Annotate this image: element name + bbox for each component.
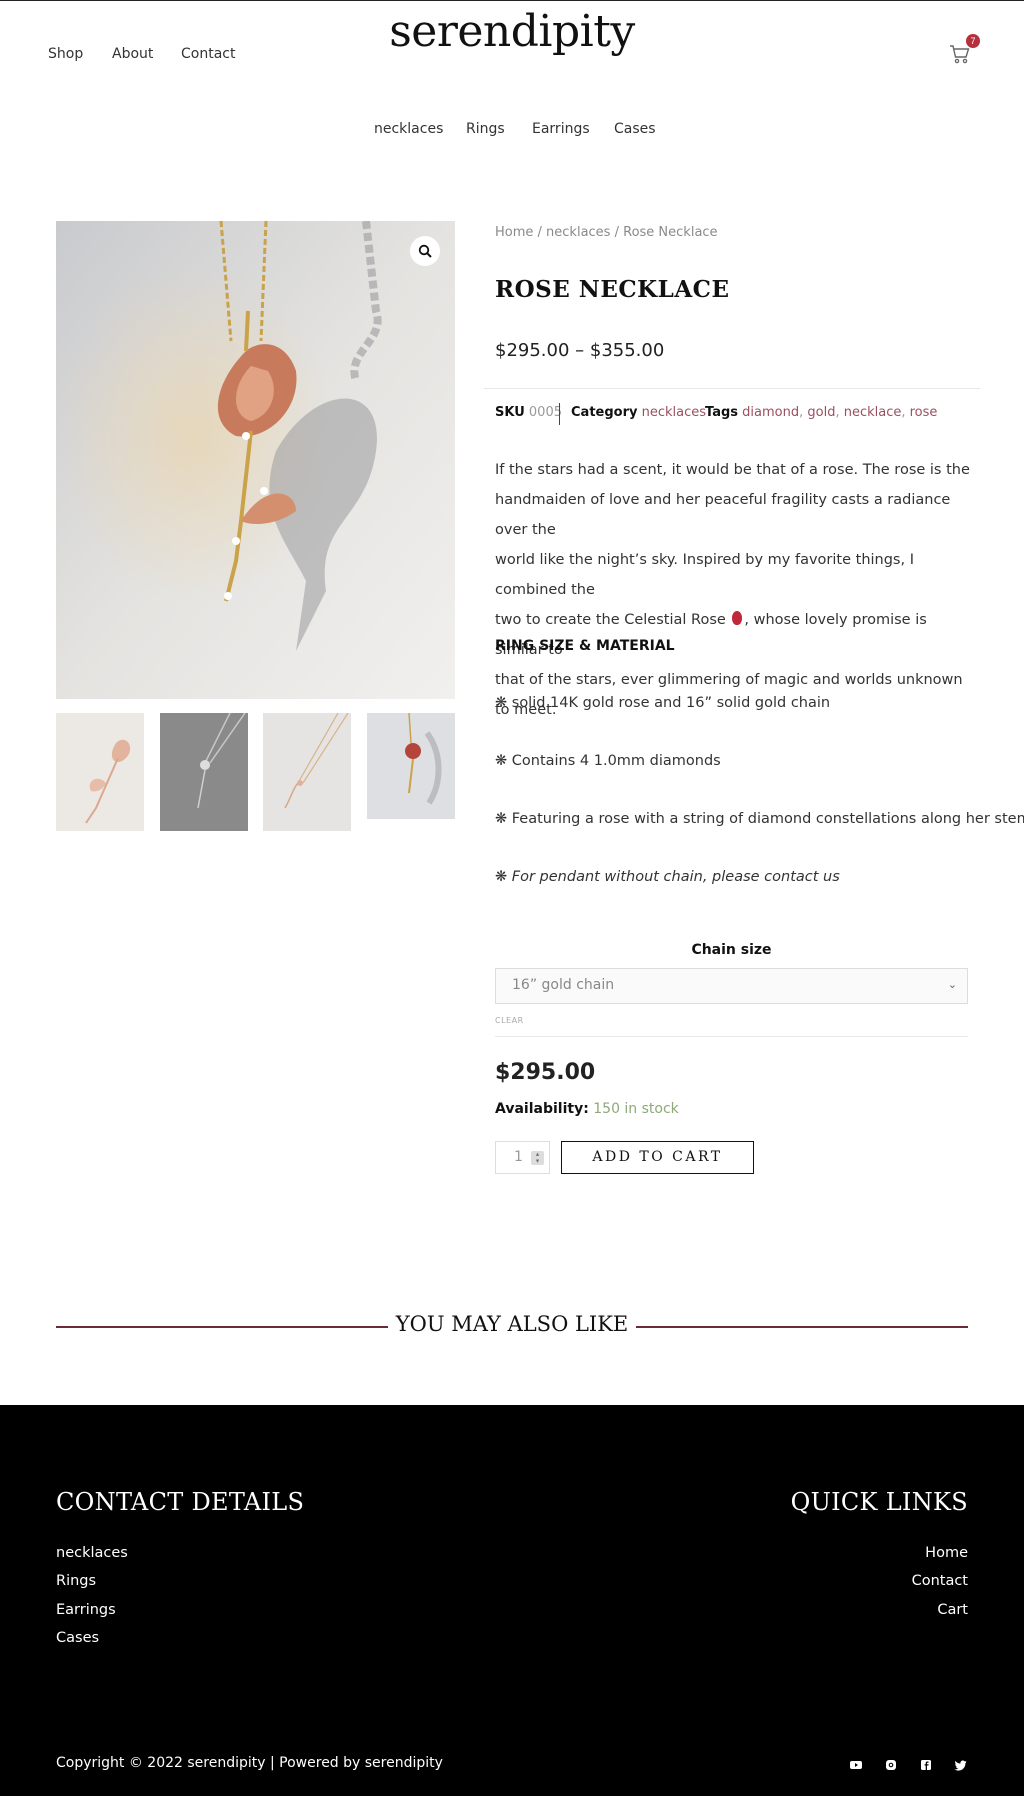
product-thumbnail-1[interactable] — [56, 713, 144, 831]
tag-link[interactable]: diamond — [742, 405, 799, 420]
breadcrumb-home[interactable]: Home — [495, 225, 533, 240]
chevron-down-icon: ⌄ — [947, 978, 957, 991]
breadcrumb-category[interactable]: necklaces — [546, 225, 610, 240]
divider — [495, 1036, 968, 1037]
site-footer — [0, 1405, 1024, 1796]
rose-emoji-icon — [732, 611, 743, 625]
spec-item: ❋ Featuring a rose with a string of diam… — [495, 811, 1024, 827]
footer-link-rings[interactable]: Rings — [56, 1573, 96, 1589]
footer-link-earrings[interactable]: Earrings — [56, 1602, 116, 1618]
top-border — [0, 0, 1024, 1]
availability-label: Availability: — [495, 1101, 589, 1117]
spec-heading: RING SIZE & MATERIAL — [495, 638, 675, 654]
footer-link-home[interactable]: Home — [925, 1545, 968, 1561]
divider — [484, 388, 980, 389]
availability: Availability: 150 in stock — [495, 1101, 679, 1117]
product-title: ROSE NECKLACE — [495, 276, 730, 303]
contact-heading: CONTACT DETAILS — [56, 1488, 305, 1516]
stepper-arrows-icon[interactable]: ▴ ▾ — [531, 1151, 544, 1165]
price-range: $295.00 – $355.00 — [495, 340, 665, 361]
stock-status: 150 in stock — [593, 1101, 679, 1117]
quick-links-heading: QUICK LINKS — [790, 1488, 968, 1516]
instagram-icon[interactable] — [884, 1758, 898, 1772]
meta-divider — [559, 403, 560, 425]
tags-label: Tags — [705, 405, 739, 420]
tag-link[interactable]: gold — [807, 405, 835, 420]
add-to-cart-button[interactable]: ADD TO CART — [561, 1141, 754, 1174]
cart-count-badge: 7 — [966, 34, 980, 48]
category-rings[interactable]: Rings — [466, 121, 505, 137]
breadcrumb-current: Rose Necklace — [623, 225, 718, 240]
chain-size-value: 16” gold chain — [512, 977, 615, 993]
spec-item: ❋ For pendant without chain, please cont… — [495, 869, 840, 885]
sku-label: SKU — [495, 405, 525, 420]
category-link[interactable]: necklaces — [642, 405, 706, 420]
product-thumbnail-3[interactable] — [263, 713, 351, 831]
description-line: If the stars had a scent, it would be th… — [495, 462, 970, 478]
category-label: Category — [571, 405, 638, 420]
zoom-button[interactable] — [410, 236, 440, 266]
sku-meta: SKU 0005 — [495, 405, 562, 420]
site-logo[interactable]: serendipity — [0, 6, 1024, 57]
breadcrumb-separator: / — [533, 225, 547, 240]
description-line: world like the night’s sky. Inspired by … — [495, 552, 914, 598]
description-line: two to create the Celestial Rose , whose… — [495, 611, 927, 658]
tag-link[interactable]: necklace — [844, 405, 902, 420]
youtube-icon[interactable] — [849, 1758, 863, 1772]
magnify-icon — [418, 244, 432, 258]
product-main-image[interactable] — [56, 221, 455, 699]
tags-meta: Tags diamond, gold, necklace, rose — [705, 405, 938, 420]
description-line: handmaiden of love and her peaceful frag… — [495, 492, 951, 538]
chain-size-select[interactable]: 16” gold chain ⌄ — [495, 968, 968, 1004]
footer-link-cases[interactable]: Cases — [56, 1630, 99, 1646]
product-thumbnail-4[interactable] — [367, 713, 455, 819]
footer-link-cart[interactable]: Cart — [937, 1602, 968, 1618]
sku-value: 0005 — [528, 405, 562, 420]
breadcrumb: Home / necklaces / Rose Necklace — [495, 225, 718, 240]
product-thumbnail-2[interactable] — [160, 713, 248, 831]
quantity-stepper[interactable]: 1 ▴ ▾ — [495, 1141, 550, 1174]
chain-size-label: Chain size — [691, 942, 772, 958]
footer-link-necklaces[interactable]: necklaces — [56, 1545, 128, 1561]
clear-selection-link[interactable]: CLEAR — [495, 1016, 524, 1025]
spec-item: ❋ solid 14K gold rose and 16” solid gold… — [495, 695, 831, 711]
category-meta: Category necklaces — [571, 405, 706, 420]
category-necklaces[interactable]: necklaces — [374, 121, 443, 137]
breadcrumb-separator: / — [610, 225, 624, 240]
twitter-icon[interactable] — [954, 1758, 968, 1772]
product-description: If the stars had a scent, it would be th… — [495, 455, 975, 725]
related-heading: YOU MAY ALSO LIKE — [0, 1312, 1024, 1336]
category-earrings[interactable]: Earrings — [532, 121, 590, 137]
spec-item: ❋ Contains 4 1.0mm diamonds — [495, 753, 721, 769]
tag-link[interactable]: rose — [910, 405, 938, 420]
quantity-value: 1 — [514, 1149, 523, 1165]
category-cases[interactable]: Cases — [614, 121, 656, 137]
footer-link-contact[interactable]: Contact — [912, 1573, 968, 1589]
variant-price: $295.00 — [495, 1060, 596, 1085]
copyright: Copyright © 2022 serendipity | Powered b… — [56, 1755, 443, 1771]
facebook-icon[interactable] — [919, 1758, 933, 1772]
